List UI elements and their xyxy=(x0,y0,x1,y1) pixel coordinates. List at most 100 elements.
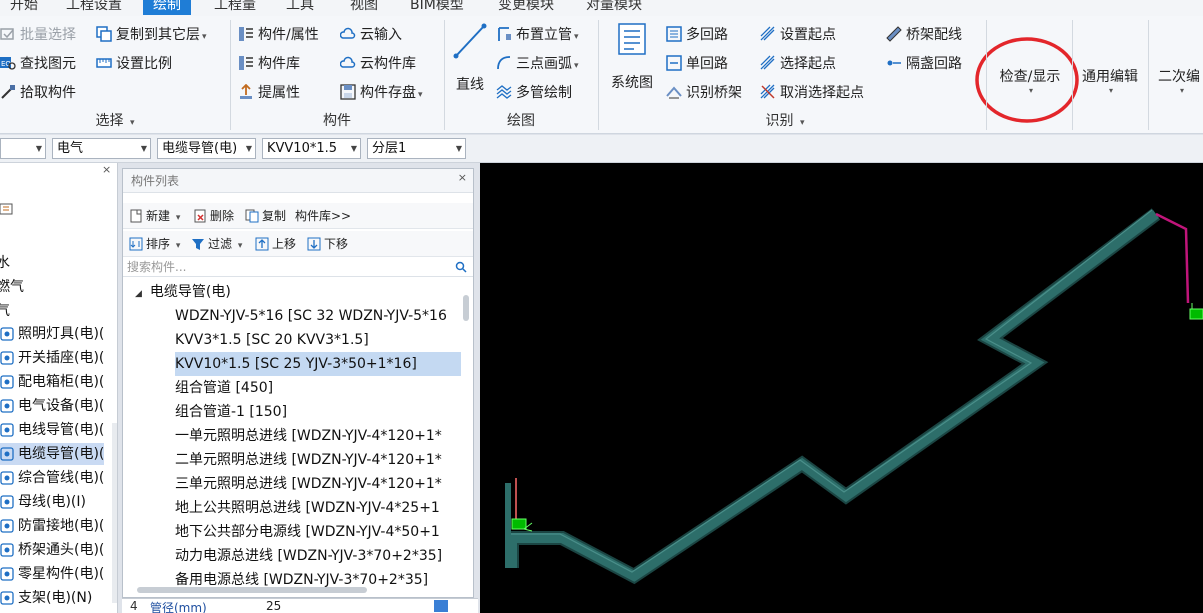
move-up-button[interactable]: 上移 xyxy=(255,234,296,254)
three-point-arc-button[interactable]: 三点画弧 ▾ xyxy=(496,53,579,75)
search-input[interactable] xyxy=(123,257,473,277)
pick-component-button[interactable]: 拾取构件 xyxy=(0,82,76,104)
search-icon[interactable] xyxy=(455,261,467,273)
tree-item[interactable]: WDZN-YJV-5*16 [SC 32 WDZN-YJV-5*16 xyxy=(175,304,461,328)
tab-project-settings[interactable]: 工程设置 xyxy=(56,0,132,15)
select-group-label[interactable]: 选择 ▾ xyxy=(40,112,190,130)
batch-select-button[interactable]: 批量选择 xyxy=(0,24,76,46)
delete-button[interactable]: 删除 xyxy=(193,206,234,226)
copy-button[interactable]: 复制 xyxy=(245,206,286,226)
tab-draw[interactable]: 绘制 xyxy=(143,0,191,15)
category-select[interactable]: ▼ xyxy=(0,138,46,159)
alternate-lamp-circuit-button[interactable]: 隔盏回路 xyxy=(886,53,962,75)
single-circuit-button[interactable]: 单回路 xyxy=(666,53,728,75)
nav-item[interactable]: 综合管线(电)( xyxy=(0,467,104,489)
copy-to-other-floors-button[interactable]: 复制到其它层 ▾ xyxy=(96,24,207,46)
draw-line-button[interactable]: 直线 xyxy=(450,22,490,102)
tree-item[interactable]: 组合管道 [450] xyxy=(175,376,461,400)
component-library-button[interactable]: 构件库 xyxy=(238,53,300,75)
tab-bim-model[interactable]: BIM模型 xyxy=(400,0,474,15)
tree-item[interactable]: 三单元照明总进线 [WDZN-YJV-4*120+1* xyxy=(175,472,461,496)
pipe-drawing xyxy=(505,208,1203,585)
multi-circuit-icon xyxy=(666,26,682,42)
nav-item[interactable]: 防雷接地(电)( xyxy=(0,515,104,537)
secondary-edit-button[interactable]: 二次编 ▾ xyxy=(1152,66,1203,106)
nav-item[interactable]: 支架(电)(N) xyxy=(0,587,92,609)
extract-icon xyxy=(238,83,254,100)
multi-circuit-button[interactable]: 多回路 xyxy=(666,24,728,46)
start-point-icon xyxy=(760,26,776,42)
move-down-button[interactable]: 下移 xyxy=(307,234,348,254)
tab-change-module[interactable]: 变更模块 xyxy=(488,0,564,15)
nav-item[interactable]: 桥架通头(电)( xyxy=(0,539,104,561)
group-separator xyxy=(1072,20,1073,130)
filter-button[interactable]: 过滤 ▾ xyxy=(191,234,242,254)
nav-partial-item[interactable]: 气 xyxy=(0,300,10,322)
cloud-library-button[interactable]: 云构件库 xyxy=(339,53,416,75)
scale-icon xyxy=(96,55,112,71)
set-start-point-button[interactable]: 设置起点 xyxy=(760,24,836,46)
cloud-input-button[interactable]: 云输入 xyxy=(339,24,402,46)
layer-select[interactable]: 分层1 ▼ xyxy=(367,138,466,159)
discipline-select[interactable]: 电气 ▼ xyxy=(52,138,151,159)
multi-pipe-draw-button[interactable]: 多管绘制 xyxy=(496,82,572,104)
tab-quantity[interactable]: 工程量 xyxy=(204,0,266,15)
close-icon[interactable]: × xyxy=(102,163,111,176)
extract-property-button[interactable]: 提属性 xyxy=(238,82,300,104)
scrollbar-thumb[interactable] xyxy=(463,295,469,321)
tree-item[interactable]: KVV3*1.5 [SC 20 KVV3*1.5] xyxy=(175,328,461,352)
sort-icon xyxy=(129,237,143,251)
tab-view[interactable]: 视图 xyxy=(340,0,388,15)
tab-start[interactable]: 开始 xyxy=(0,0,48,15)
tree-item[interactable]: 地下公共部分电源线 [WDZN-YJV-4*50+1 xyxy=(175,520,461,544)
nav-partial-item[interactable]: 燃气 xyxy=(0,276,24,298)
component-library-link[interactable]: 构件库>> xyxy=(295,206,351,226)
dropdown-icon[interactable] xyxy=(434,600,448,612)
sort-button[interactable]: 排序 ▾ xyxy=(129,234,180,254)
scrollbar[interactable] xyxy=(112,423,117,603)
tree-item[interactable]: KVV10*1.5 [SC 25 YJV-3*50+1*16] xyxy=(175,352,461,376)
switch-icon xyxy=(0,350,14,365)
tab-tools[interactable]: 工具 xyxy=(276,0,324,15)
tree-item[interactable]: 地上公共照明总进线 [WDZN-YJV-4*25+1 xyxy=(175,496,461,520)
select-start-point-button[interactable]: 选择起点 xyxy=(760,53,836,75)
tree-root[interactable]: ◢ 电缆导管(电) xyxy=(135,280,231,304)
nav-item[interactable]: 配电箱柜(电)( xyxy=(0,371,104,393)
nav-item[interactable]: 零星构件(电)( xyxy=(0,563,104,585)
chevron-down-icon: ▼ xyxy=(140,144,147,153)
nav-partial-item[interactable]: 水 xyxy=(0,252,10,274)
system-diagram-button[interactable]: 系统图 xyxy=(606,22,658,102)
nav-item[interactable]: 母线(电)(I) xyxy=(0,491,86,513)
save-component-button[interactable]: 构件存盘 ▾ xyxy=(340,82,423,104)
nav-item[interactable]: 电缆导管(电)( xyxy=(0,443,105,465)
find-element-button[interactable]: EQ 查找图元 xyxy=(0,53,76,75)
tree-item[interactable]: 二单元照明总进线 [WDZN-YJV-4*120+1* xyxy=(175,448,461,472)
tree-item[interactable]: 一单元照明总进线 [WDZN-YJV-4*120+1* xyxy=(175,424,461,448)
horizontal-scrollbar-thumb[interactable] xyxy=(137,587,367,593)
cancel-start-point-button[interactable]: 取消选择起点 xyxy=(760,82,864,104)
property-value[interactable]: 25 xyxy=(266,599,281,613)
close-icon[interactable]: × xyxy=(458,171,467,184)
component-type-select[interactable]: 电缆导管(电) ▼ xyxy=(157,138,256,159)
component-property-button[interactable]: 构件/属性 xyxy=(238,24,319,46)
place-riser-button[interactable]: 布置立管 ▾ xyxy=(496,24,579,46)
component-select[interactable]: KVV10*1.5 ▼ xyxy=(262,138,361,159)
tree-item[interactable]: 组合管道-1 [150] xyxy=(175,400,461,424)
edit-icon[interactable] xyxy=(0,203,14,215)
nav-item[interactable]: 照明灯具(电)( xyxy=(0,323,104,345)
new-button[interactable]: 新建 ▾ xyxy=(129,206,180,226)
nav-item-label: 桥架通头(电)( xyxy=(18,542,105,558)
general-edit-button[interactable]: 通用编辑 ▾ xyxy=(1076,66,1144,106)
identify-tray-button[interactable]: 识别桥架 xyxy=(666,82,742,104)
nav-item[interactable]: 电线导管(电)( xyxy=(0,419,104,441)
nav-item[interactable]: 电气设备(电)( xyxy=(0,395,104,417)
nav-item[interactable]: 开关插座(电)( xyxy=(0,347,104,369)
cloud-icon xyxy=(339,26,356,42)
group-separator xyxy=(986,20,987,130)
tray-wiring-button[interactable]: 桥架配线 xyxy=(886,24,962,46)
drawing-canvas[interactable] xyxy=(480,163,1203,613)
set-scale-button[interactable]: 设置比例 xyxy=(96,53,172,75)
identify-group-label[interactable]: 识别 ▾ xyxy=(710,112,860,130)
tab-reconcile-module[interactable]: 对量模块 xyxy=(576,0,652,15)
tree-item[interactable]: 动力电源总进线 [WDZN-YJV-3*70+2*35] xyxy=(175,544,461,568)
